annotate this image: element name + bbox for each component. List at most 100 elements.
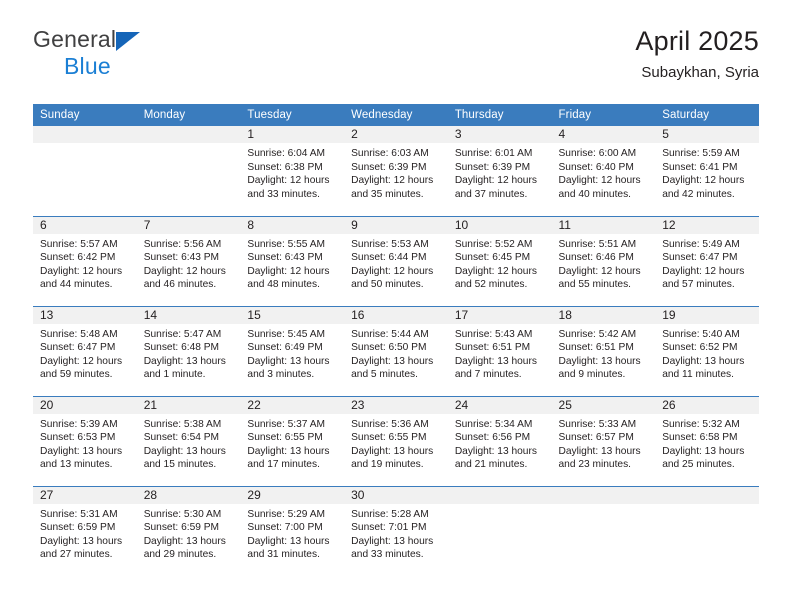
day-details: Sunrise: 5:28 AM Sunset: 7:01 PM Daylight:… xyxy=(344,504,448,562)
daylight-text: Daylight: 12 hours and 55 minutes. xyxy=(558,265,641,291)
day-cell[interactable]: 7 Sunrise: 5:56 AM Sunset: 6:43 PM Daylight… xyxy=(136,215,241,306)
sunrise-text: Sunrise: 6:00 AM xyxy=(558,148,637,159)
day-cell[interactable]: 14 Sunrise: 5:47 AM Sunset: 6:48 PM Dayligh… xyxy=(136,305,241,396)
day-details: Sunrise: 5:34 AM Sunset: 6:56 PM Daylight:… xyxy=(448,414,552,472)
logo-triangle-icon xyxy=(116,32,141,51)
day-cell[interactable]: 30 Sunrise: 5:28 AM Sunset: 7:01 PM Dayligh… xyxy=(344,485,448,576)
sunrise-text: Sunrise: 5:34 AM xyxy=(454,418,533,430)
sunrise-text: Sunrise: 5:44 AM xyxy=(351,328,429,340)
day-number: 4 xyxy=(551,126,656,143)
day-cell[interactable]: 27 Sunrise: 5:31 AM Sunset: 6:59 PM Dayligh… xyxy=(33,485,137,576)
daylight-text: Daylight: 13 hours and 19 minutes. xyxy=(351,445,434,471)
daylight-text: Daylight: 13 hours and 17 minutes. xyxy=(247,445,330,471)
daylight-text: Daylight: 13 hours and 13 minutes. xyxy=(40,445,123,471)
day-cell[interactable]: 17 Sunrise: 5:43 AM Sunset: 6:51 PM Dayligh… xyxy=(447,305,552,396)
sunset-text: Sunset: 6:53 PM xyxy=(40,432,116,444)
day-cell[interactable]: 26 Sunrise: 5:32 AM Sunset: 6:58 PM Dayligh… xyxy=(655,395,759,486)
weekday-header-monday: Monday xyxy=(136,104,241,126)
calendar-header-row: Sunday Monday Tuesday Wednesday Thursday Frid… xyxy=(33,104,759,126)
day-cell-empty xyxy=(33,126,137,216)
day-cell[interactable]: 28 Sunrise: 5:30 AM Sunset: 6:59 PM Dayligh… xyxy=(136,485,241,576)
sunset-text: Sunset: 6:55 PM xyxy=(351,432,427,444)
weekday-header-saturday: Saturday xyxy=(655,104,759,126)
day-number: 16 xyxy=(344,306,448,324)
day-cell[interactable]: 22 Sunrise: 5:37 AM Sunset: 6:55 PM Dayligh… xyxy=(240,395,345,486)
day-cell[interactable]: 10 Sunrise: 5:52 AM Sunset: 6:45 PM Dayligh… xyxy=(447,215,552,306)
day-details: Sunrise: 5:33 AM Sunset: 6:57 PM Daylight:… xyxy=(552,414,656,472)
sunset-text: Sunset: 6:54 PM xyxy=(143,432,220,444)
day-cell[interactable]: 8 Sunrise: 5:55 AM Sunset: 6:43 PM Daylight… xyxy=(240,215,345,306)
sunrise-text: Sunrise: 5:55 AM xyxy=(247,238,325,250)
weekday-header-tuesday: Tuesday xyxy=(240,104,345,126)
daylight-text: Daylight: 12 hours and 57 minutes. xyxy=(662,265,745,291)
sunset-text: Sunset: 6:45 PM xyxy=(454,252,531,264)
day-details: Sunrise: 5:49 AM Sunset: 6:47 PM Daylight:… xyxy=(655,234,759,292)
day-cell[interactable]: 25 Sunrise: 5:33 AM Sunset: 6:57 PM Dayligh… xyxy=(551,395,656,486)
sunset-text: Sunset: 6:49 PM xyxy=(247,342,323,354)
day-cell[interactable]: 1 Sunrise: 6:04 AM Sunset: 6:38 PM Daylight… xyxy=(240,126,345,216)
daylight-text: Daylight: 13 hours and 31 minutes. xyxy=(247,535,330,561)
sunrise-text: Sunrise: 5:57 AM xyxy=(40,238,118,250)
day-details: Sunrise: 5:42 AM Sunset: 6:51 PM Daylight:… xyxy=(552,324,656,382)
day-cell[interactable]: 21 Sunrise: 5:38 AM Sunset: 6:54 PM Dayligh… xyxy=(136,395,241,486)
day-cell-empty xyxy=(447,485,552,576)
day-cell[interactable]: 24 Sunrise: 5:34 AM Sunset: 6:56 PM Dayligh… xyxy=(447,395,552,486)
day-cell[interactable]: 29 Sunrise: 5:29 AM Sunset: 7:00 PM Dayligh… xyxy=(240,485,345,576)
sunrise-text: Sunrise: 5:56 AM xyxy=(143,238,222,250)
day-details: Sunrise: 6:01 AM Sunset: 6:39 PM Daylight:… xyxy=(448,143,552,201)
day-number: 14 xyxy=(136,306,241,324)
day-details: Sunrise: 6:00 AM Sunset: 6:40 PM Daylight:… xyxy=(552,143,656,201)
day-number: 11 xyxy=(551,216,656,234)
sunrise-text: Sunrise: 5:42 AM xyxy=(558,328,637,340)
day-details: Sunrise: 5:30 AM Sunset: 6:59 PM Daylight:… xyxy=(137,504,241,562)
day-cell[interactable]: 5 Sunrise: 5:59 AM Sunset: 6:41 PM Daylight… xyxy=(655,126,759,216)
logo-text-blue: Blue xyxy=(64,53,111,79)
calendar-body: 1 Sunrise: 6:04 AM Sunset: 6:38 PM Daylight… xyxy=(33,126,759,576)
calendar-week-row: 13 Sunrise: 5:48 AM Sunset: 6:47 PM Dayligh… xyxy=(33,305,759,396)
daylight-text: Daylight: 12 hours and 33 minutes. xyxy=(247,175,330,200)
sunrise-text: Sunrise: 5:51 AM xyxy=(558,238,637,250)
day-cell[interactable]: 16 Sunrise: 5:44 AM Sunset: 6:50 PM Dayligh… xyxy=(344,305,448,396)
day-cell[interactable]: 9 Sunrise: 5:53 AM Sunset: 6:44 PM Daylight… xyxy=(344,215,448,306)
sunrise-text: Sunrise: 5:39 AM xyxy=(40,418,118,430)
sunrise-text: Sunrise: 5:37 AM xyxy=(247,418,325,430)
logo-text-general: General xyxy=(33,28,353,54)
day-number: 28 xyxy=(136,486,241,504)
day-details: Sunrise: 5:45 AM Sunset: 6:49 PM Daylight:… xyxy=(240,324,344,382)
day-details: Sunrise: 5:52 AM Sunset: 6:45 PM Daylight:… xyxy=(448,234,552,292)
day-cell[interactable]: 6 Sunrise: 5:57 AM Sunset: 6:42 PM Daylight… xyxy=(33,215,137,306)
day-cell[interactable]: 20 Sunrise: 5:39 AM Sunset: 6:53 PM Dayligh… xyxy=(33,395,137,486)
sunset-text: Sunset: 6:39 PM xyxy=(454,161,531,173)
day-number xyxy=(551,486,656,504)
sunrise-text: Sunrise: 5:38 AM xyxy=(143,418,222,430)
sunset-text: Sunset: 6:47 PM xyxy=(662,252,738,264)
day-cell[interactable]: 2 Sunrise: 6:03 AM Sunset: 6:39 PM Daylight… xyxy=(344,126,448,216)
day-details: Sunrise: 5:44 AM Sunset: 6:50 PM Daylight:… xyxy=(344,324,448,382)
day-details: Sunrise: 5:40 AM Sunset: 6:52 PM Daylight:… xyxy=(655,324,759,382)
day-cell[interactable]: 23 Sunrise: 5:36 AM Sunset: 6:55 PM Dayligh… xyxy=(344,395,448,486)
day-cell[interactable]: 15 Sunrise: 5:45 AM Sunset: 6:49 PM Dayligh… xyxy=(240,305,345,396)
day-cell[interactable]: 4 Sunrise: 6:00 AM Sunset: 6:40 PM Daylight… xyxy=(551,126,656,216)
sunset-text: Sunset: 6:59 PM xyxy=(143,522,220,534)
sunrise-text: Sunrise: 6:03 AM xyxy=(351,148,429,159)
sunset-text: Sunset: 6:51 PM xyxy=(558,342,634,354)
day-cell[interactable]: 3 Sunrise: 6:01 AM Sunset: 6:39 PM Daylight… xyxy=(447,126,552,216)
daylight-text: Daylight: 12 hours and 48 minutes. xyxy=(247,265,330,291)
day-number: 21 xyxy=(136,396,241,414)
day-cell[interactable]: 12 Sunrise: 5:49 AM Sunset: 6:47 PM Dayligh… xyxy=(655,215,759,306)
day-number xyxy=(33,126,137,143)
day-number: 9 xyxy=(344,216,448,234)
sunrise-text: Sunrise: 5:40 AM xyxy=(662,328,740,340)
sunset-text: Sunset: 6:50 PM xyxy=(351,342,427,354)
sunrise-text: Sunrise: 5:43 AM xyxy=(454,328,533,340)
day-cell[interactable]: 19 Sunrise: 5:40 AM Sunset: 6:52 PM Dayligh… xyxy=(655,305,759,396)
sunset-text: Sunset: 6:58 PM xyxy=(662,432,738,444)
day-cell[interactable]: 18 Sunrise: 5:42 AM Sunset: 6:51 PM Dayligh… xyxy=(551,305,656,396)
day-number xyxy=(655,486,759,504)
day-number: 23 xyxy=(344,396,448,414)
day-cell[interactable]: 13 Sunrise: 5:48 AM Sunset: 6:47 PM Dayligh… xyxy=(33,305,137,396)
day-number: 30 xyxy=(344,486,448,504)
day-number: 7 xyxy=(136,216,241,234)
daylight-text: Daylight: 12 hours and 40 minutes. xyxy=(558,175,641,200)
day-cell[interactable]: 11 Sunrise: 5:51 AM Sunset: 6:46 PM Dayligh… xyxy=(551,215,656,306)
